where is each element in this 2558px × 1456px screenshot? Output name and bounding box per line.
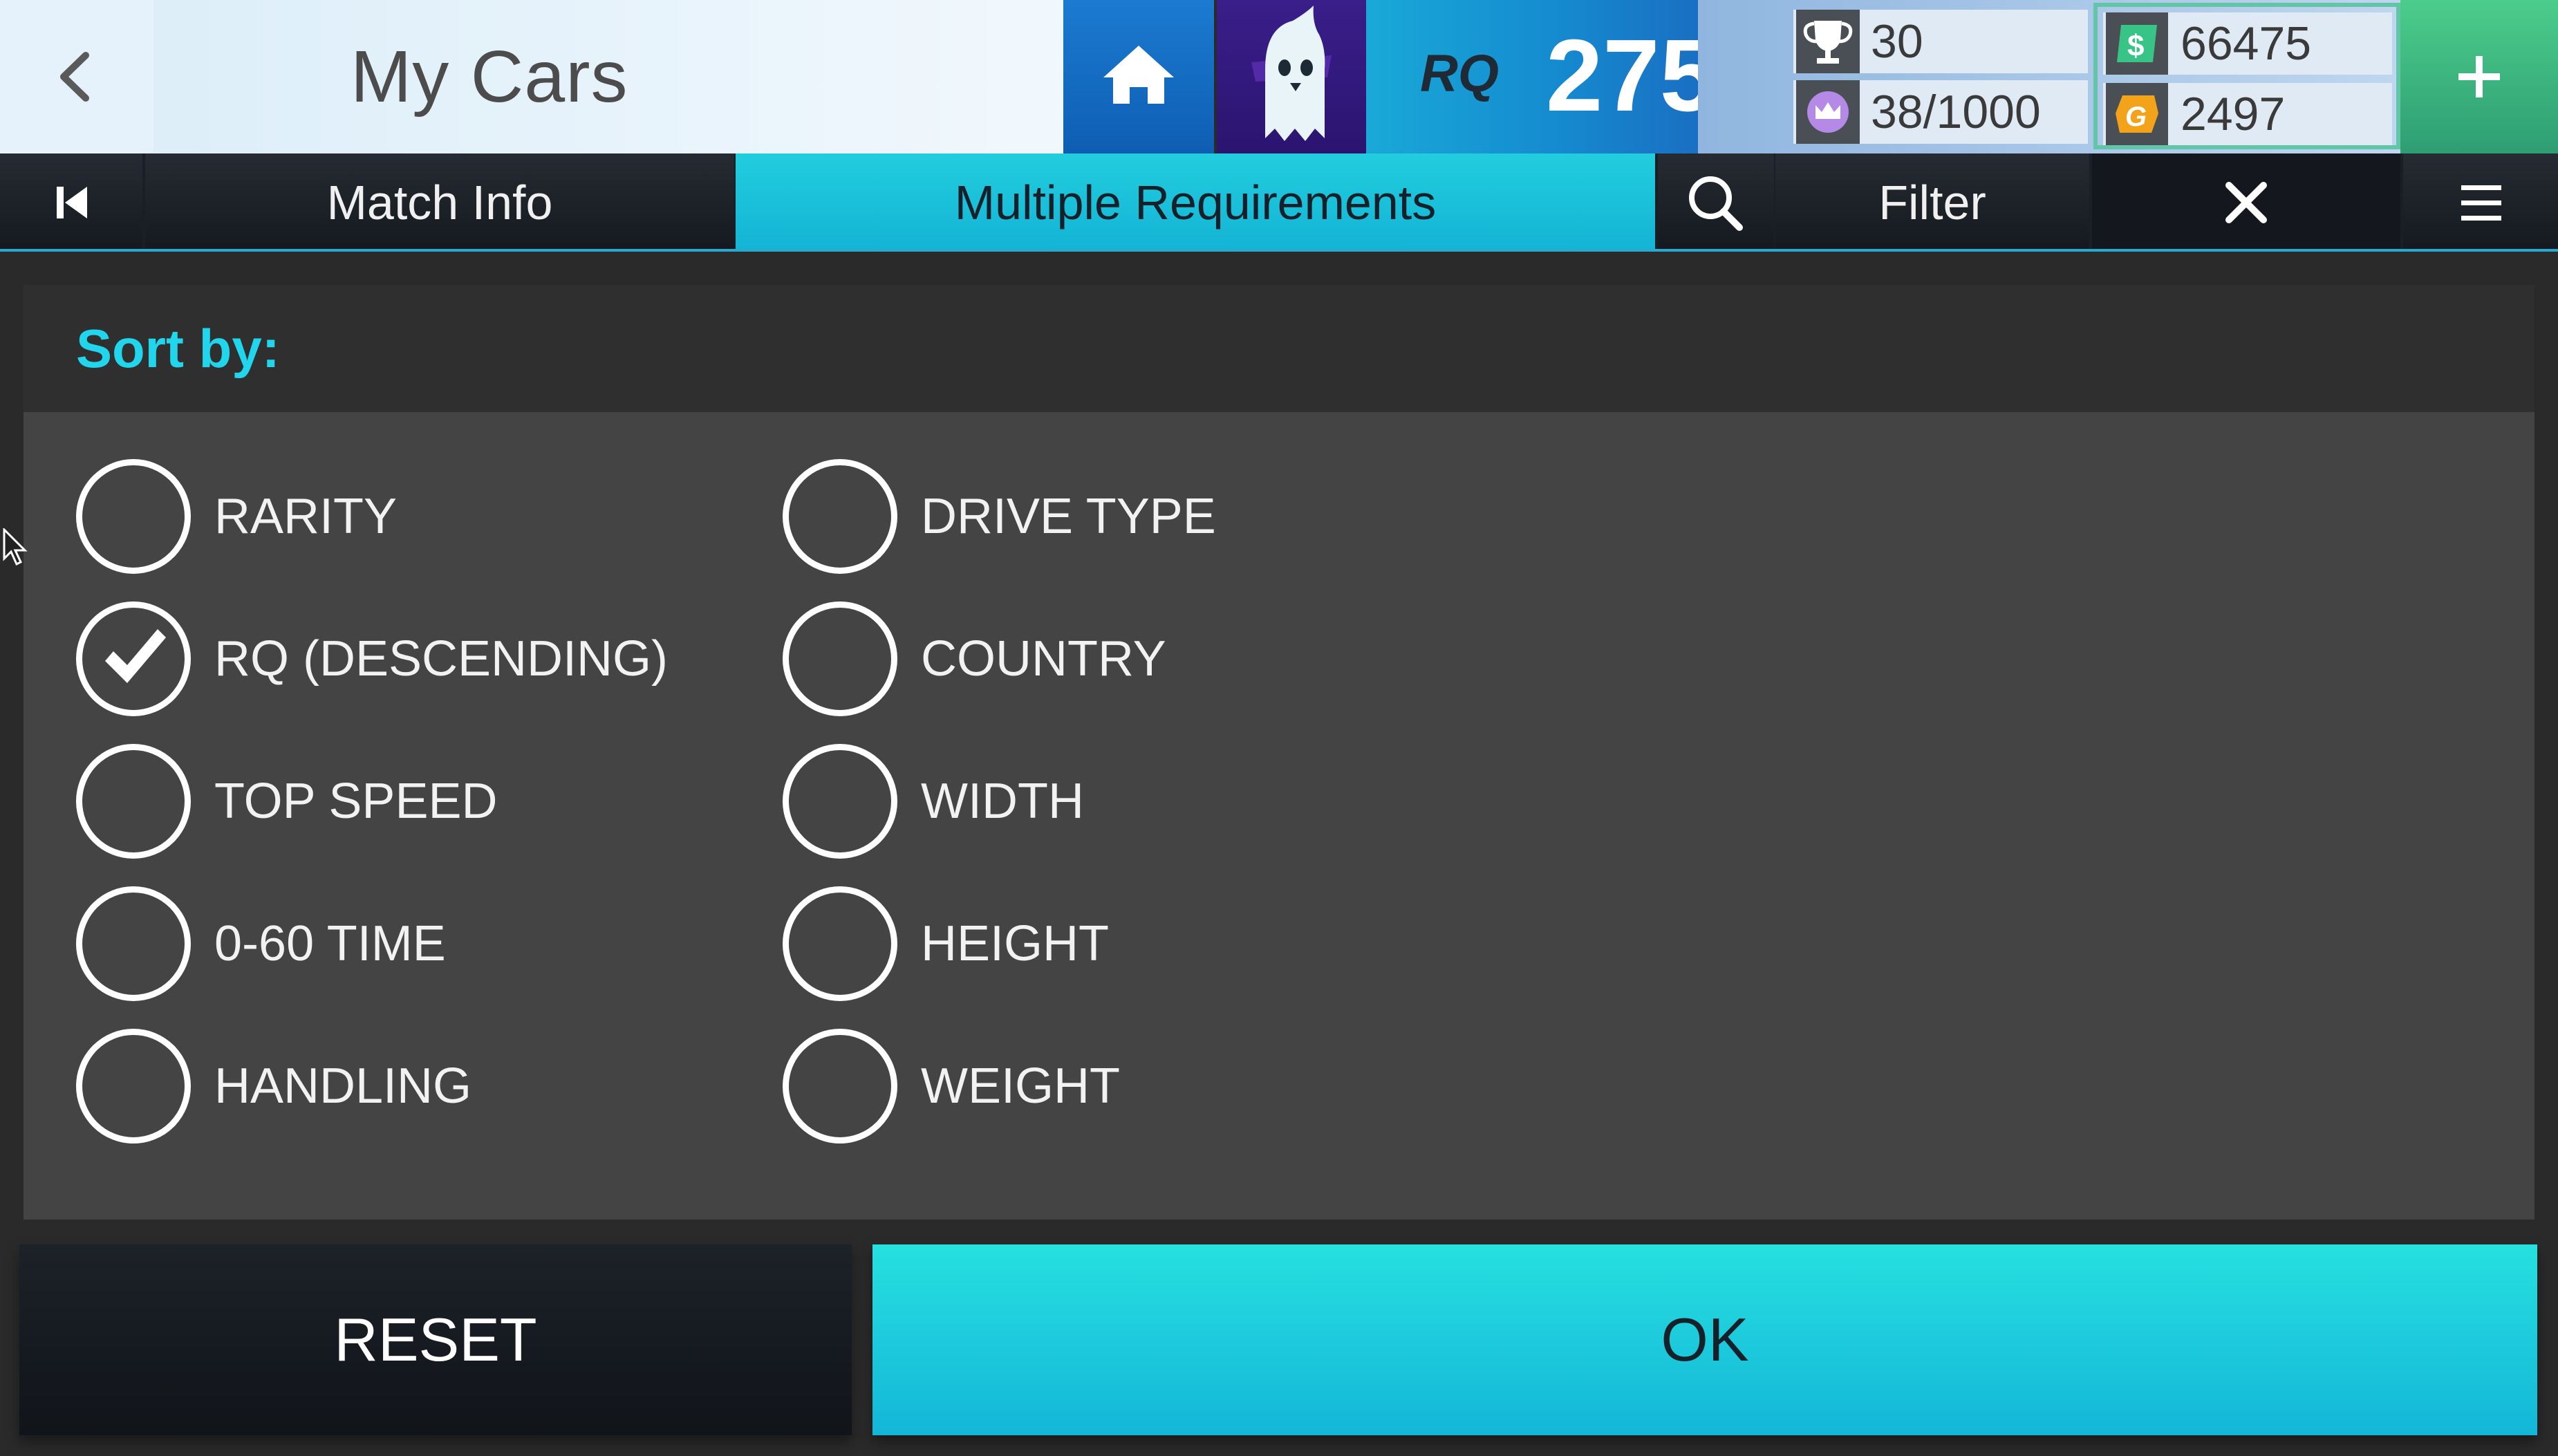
- radio-button[interactable]: [783, 886, 897, 1001]
- radio-button[interactable]: [783, 459, 897, 574]
- sort-option-label: HEIGHT: [921, 916, 1110, 971]
- tab-multiple-requirements[interactable]: Multiple Requirements: [736, 153, 1655, 252]
- add-currency-button[interactable]: [2400, 0, 2558, 153]
- search-icon: [1689, 176, 1743, 231]
- menu-icon: [2461, 185, 2501, 221]
- sort-option-label: 0-60 TIME: [214, 916, 446, 971]
- back-button[interactable]: [0, 0, 153, 153]
- svg-text:G: G: [2125, 102, 2147, 132]
- sort-option-rarity[interactable]: RARITY: [76, 459, 698, 577]
- sort-option-rq-descending[interactable]: RQ (DESCENDING): [76, 601, 698, 719]
- home-button[interactable]: [1063, 0, 1214, 153]
- sort-option-label: WEIGHT: [921, 1058, 1120, 1114]
- sort-option-label: HANDLING: [214, 1058, 472, 1114]
- crowns-count: 38/1000: [1871, 86, 2041, 138]
- currency-frame[interactable]: $ 66475 G 2497: [2093, 3, 2400, 149]
- sort-option-top-speed[interactable]: TOP SPEED: [76, 744, 698, 861]
- sort-option-width[interactable]: WIDTH: [783, 744, 1405, 861]
- plus-icon: [2458, 56, 2500, 97]
- checkmark-icon: [105, 629, 166, 683]
- tab-match-info-label: Match Info: [326, 176, 553, 230]
- sort-option-0-60-time[interactable]: 0-60 TIME: [76, 886, 698, 1004]
- rq-value: 275: [1546, 19, 1717, 133]
- radio-button[interactable]: [76, 1029, 191, 1144]
- trophy-icon: [1796, 10, 1860, 73]
- sort-option-label: RARITY: [214, 489, 398, 544]
- top-header: My Cars RQ 275 30 38/1000 $ 66475 G 2497: [0, 0, 2558, 153]
- radio-button[interactable]: [783, 1029, 897, 1144]
- sort-option-label: WIDTH: [921, 774, 1084, 829]
- radio-button[interactable]: [783, 744, 897, 859]
- cash-icon: $: [2106, 12, 2168, 75]
- sort-option-label: TOP SPEED: [214, 774, 498, 829]
- sort-option-handling[interactable]: HANDLING: [76, 1029, 698, 1146]
- reset-button-label: RESET: [334, 1305, 537, 1374]
- radio-button[interactable]: [76, 886, 191, 1001]
- ok-button[interactable]: OK: [872, 1244, 2537, 1435]
- radio-button[interactable]: [76, 459, 191, 574]
- search-button[interactable]: [1658, 153, 1774, 252]
- home-icon: [1103, 46, 1174, 104]
- sort-option-label: COUNTRY: [921, 631, 1166, 687]
- sort-option-label: DRIVE TYPE: [921, 489, 1216, 544]
- reset-button[interactable]: RESET: [19, 1244, 852, 1435]
- skip-back-icon: [57, 187, 87, 218]
- tab-filter-label: Filter: [1878, 176, 1986, 230]
- sort-option-label: RQ (DESCENDING): [214, 631, 669, 687]
- close-button[interactable]: [2092, 153, 2400, 252]
- tab-underline: [0, 249, 2558, 252]
- sort-header: [24, 285, 2534, 412]
- ok-button-label: OK: [1661, 1305, 1749, 1374]
- tab-match-info[interactable]: Match Info: [145, 153, 734, 252]
- sort-option-country[interactable]: COUNTRY: [783, 601, 1405, 719]
- svg-text:RQ: RQ: [1420, 46, 1499, 102]
- trophies-count: 30: [1871, 15, 1923, 68]
- tab-filter[interactable]: Filter: [1775, 153, 2089, 252]
- radio-button-checked[interactable]: [76, 601, 191, 716]
- back-icon: [60, 52, 89, 102]
- skip-back-button[interactable]: [0, 153, 142, 252]
- sort-by-title: Sort by:: [76, 318, 280, 379]
- avatar[interactable]: [1217, 0, 1366, 153]
- cash-amount: 66475: [2181, 17, 2312, 70]
- page-title: My Cars: [351, 35, 628, 118]
- gold-icon: G: [2106, 83, 2168, 145]
- sort-option-weight[interactable]: WEIGHT: [783, 1029, 1405, 1146]
- crown-icon: [1796, 80, 1860, 144]
- svg-text:$: $: [2127, 29, 2144, 63]
- radio-button[interactable]: [76, 744, 191, 859]
- sort-option-drive-type[interactable]: DRIVE TYPE: [783, 459, 1405, 577]
- rq-logo: RQ: [1420, 46, 1499, 102]
- mouse-cursor-icon: [3, 528, 28, 566]
- radio-button[interactable]: [783, 601, 897, 716]
- close-icon: [2225, 182, 2267, 223]
- sort-option-height[interactable]: HEIGHT: [783, 886, 1405, 1004]
- gold-amount: 2497: [2181, 88, 2286, 140]
- tab-multiple-requirements-label: Multiple Requirements: [954, 176, 1437, 230]
- title-area: My Cars: [153, 0, 1063, 153]
- menu-button[interactable]: [2403, 153, 2558, 252]
- ghost-avatar-icon: [1251, 6, 1332, 141]
